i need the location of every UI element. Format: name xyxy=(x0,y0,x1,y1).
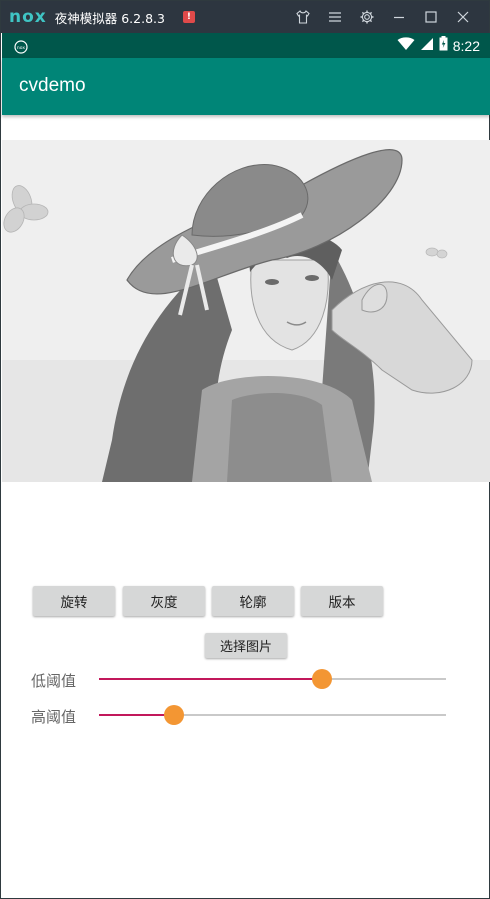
low-threshold-thumb[interactable] xyxy=(312,669,333,689)
battery-icon xyxy=(439,36,448,55)
menu-icon[interactable] xyxy=(319,1,351,33)
android-status-bar: nox 8:22 xyxy=(2,33,490,58)
clock: 8:22 xyxy=(452,37,480,54)
gear-icon[interactable] xyxy=(351,1,383,33)
emulator-window: nox 夜神模拟器 6.2.8.3 ! nox 8:22 cvdemo 旋转 灰… xyxy=(0,0,490,899)
high-threshold-slider[interactable] xyxy=(99,705,446,725)
choose-image-button[interactable]: 选择图片 xyxy=(205,633,287,658)
low-threshold-fill xyxy=(99,678,323,680)
signal-icon xyxy=(420,37,434,55)
app-bar: cvdemo xyxy=(2,58,490,115)
low-threshold-label: 低阈值 xyxy=(31,672,77,690)
image-view xyxy=(2,140,490,482)
app-title: cvdemo xyxy=(19,75,86,96)
rotate-button[interactable]: 旋转 xyxy=(33,586,115,616)
shirt-icon[interactable] xyxy=(287,1,319,33)
low-threshold-slider[interactable] xyxy=(99,669,446,689)
emulator-title: 夜神模拟器 6.2.8.3 xyxy=(54,10,165,26)
svg-text:nox: nox xyxy=(17,46,25,51)
minimize-icon[interactable] xyxy=(383,1,415,33)
contour-button[interactable]: 轮廓 xyxy=(212,586,294,616)
wifi-icon xyxy=(397,36,415,55)
close-icon[interactable] xyxy=(447,1,479,33)
nox-logo: nox xyxy=(9,7,47,27)
nox-status-icon: nox xyxy=(14,39,28,58)
gray-button[interactable]: 灰度 xyxy=(123,586,205,616)
warning-badge[interactable]: ! xyxy=(182,11,195,23)
version-button[interactable]: 版本 xyxy=(301,586,383,616)
emulator-title-bar: nox 夜神模拟器 6.2.8.3 ! xyxy=(1,1,489,33)
high-threshold-fill xyxy=(99,714,174,716)
high-threshold-label: 高阈值 xyxy=(31,708,77,726)
maximize-icon[interactable] xyxy=(415,1,447,33)
high-threshold-thumb[interactable] xyxy=(163,705,184,725)
